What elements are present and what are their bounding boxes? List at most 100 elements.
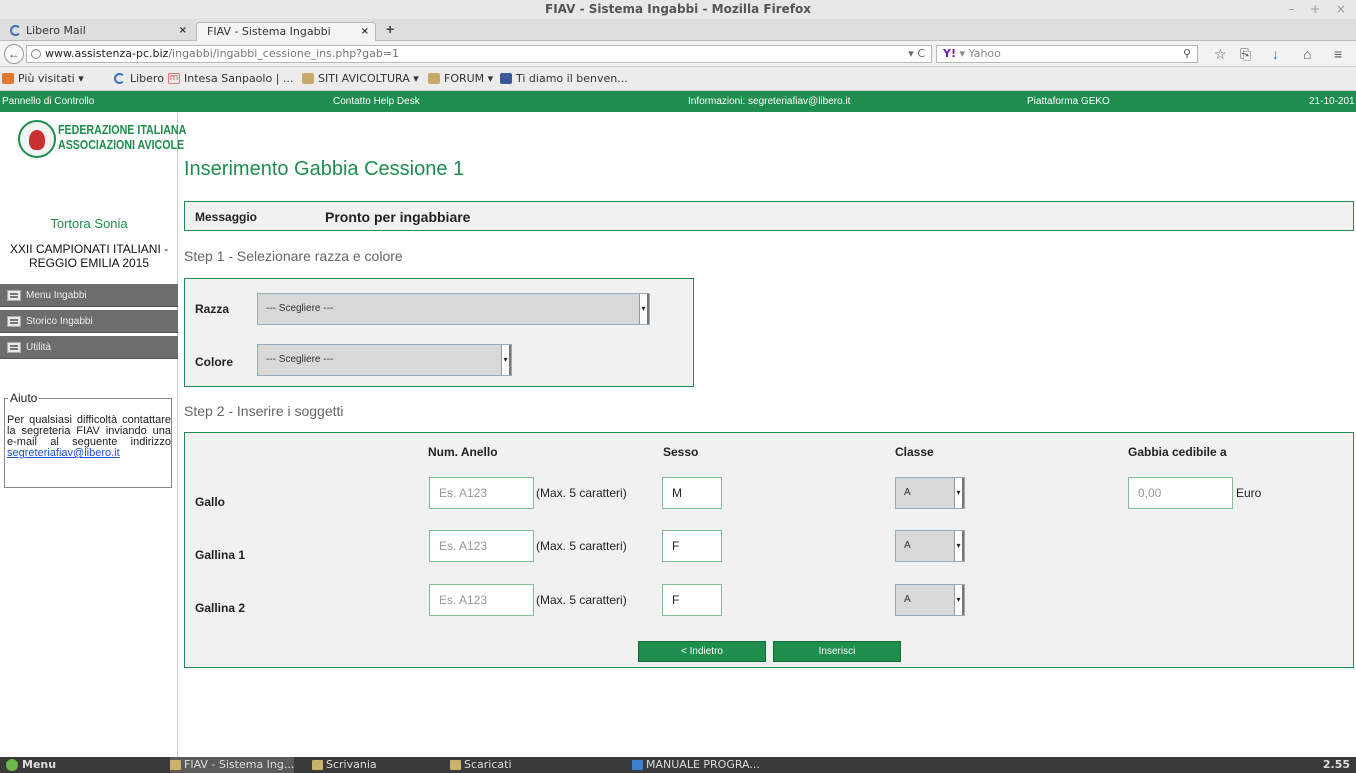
navigation-bar: ← www.assistenza-pc.biz/ingabbi/ingabbi_… <box>0 41 1356 67</box>
download-icon[interactable]: ↓ <box>1272 46 1279 62</box>
search-placeholder: ▾ Yahoo <box>959 47 1001 60</box>
price-unit: Euro <box>1236 486 1262 500</box>
folder-icon <box>428 73 440 84</box>
step1-title: Step 1 - Selezionare razza e colore <box>184 248 403 264</box>
bookmarks-library-icon[interactable]: ⎘ <box>1240 46 1251 62</box>
help-text: Per qualsiasi difficoltà contattare la s… <box>7 415 171 459</box>
help-title: Aiuto <box>8 391 40 405</box>
tab-close-icon[interactable]: × <box>179 22 187 40</box>
fiav-logo: FEDERAZIONE ITALIANA ASSOCIAZIONI AVICOL… <box>14 118 187 164</box>
tab-close-icon[interactable]: × <box>361 23 369 41</box>
url-path: /ingabbi/ingabbi_cessione_ins.php?gab=1 <box>168 47 400 60</box>
help-email-link[interactable]: segreteriafiav@libero.it <box>7 447 120 459</box>
taskbar-item-label: Scaricati <box>464 758 512 771</box>
home-icon[interactable]: ⌂ <box>1303 46 1311 62</box>
column-header-num-anello: Num. Anello <box>428 445 498 459</box>
chevron-down-icon: ▾ <box>639 294 649 324</box>
yahoo-icon: Y! <box>943 47 956 60</box>
ring-number-input-gallo[interactable]: Es. A123 <box>429 477 534 509</box>
colore-label: Colore <box>195 355 234 369</box>
bookmarks-bar: Più visitati ▾ Libero m Intesa Sanpaolo |… <box>0 67 1356 91</box>
back-button[interactable]: ← <box>4 44 24 64</box>
taskbar-item-scaricati[interactable]: Scaricati <box>450 757 512 773</box>
sex-input-gallina-2[interactable]: F <box>662 584 722 616</box>
bookmark-label: Libero <box>130 72 164 85</box>
step2-panel: Num. Anello Sesso Classe Gabbia cedibile… <box>184 432 1354 668</box>
ring-number-input-gallina-2[interactable]: Es. A123 <box>429 584 534 616</box>
insert-button[interactable]: Inserisci <box>773 641 901 662</box>
class-select-gallina-1[interactable]: A ▾ <box>895 530 965 562</box>
class-select-gallina-2[interactable]: A ▾ <box>895 584 965 616</box>
menu-icon[interactable]: ≡ <box>1334 46 1342 62</box>
tab-label: FIAV - Sistema Ingabbi <box>207 25 331 38</box>
window-controls[interactable]: – + × <box>1288 0 1352 19</box>
bookmark-intesa[interactable]: m Intesa Sanpaolo | ... <box>168 67 293 90</box>
url-host: www.assistenza-pc.biz <box>45 47 169 60</box>
search-bar[interactable]: Y! ▾ Yahoo ⚲ <box>936 45 1198 63</box>
info-email[interactable]: Informazioni: segreteriafiav@libero.it <box>688 91 850 112</box>
sidebar-item-label: Utilità <box>26 342 52 353</box>
bookmark-siti-avicoltura[interactable]: SITI AVICOLTURA ▾ <box>302 67 419 90</box>
sidebar-item-menu-ingabbi[interactable]: Menu Ingabbi <box>0 284 178 307</box>
reload-icon[interactable]: ▾ C <box>908 46 925 62</box>
price-input[interactable]: 0,00 <box>1128 477 1233 509</box>
taskbar-item-scrivania[interactable]: Scrivania <box>312 757 377 773</box>
razza-label: Razza <box>195 302 230 316</box>
help-description: Per qualsiasi difficoltà contattare la s… <box>7 414 171 448</box>
platform-name: Piattaforma GEKO <box>1027 96 1110 107</box>
tab-fiav[interactable]: FIAV - Sistema Ingabbi × <box>196 22 376 41</box>
page-title: Inserimento Gabbia Cessione 1 <box>184 158 465 180</box>
sidebar-item-utilita[interactable]: Utilità <box>0 336 178 359</box>
chevron-down-icon: ▾ <box>954 478 964 508</box>
url-bar[interactable]: www.assistenza-pc.biz/ingabbi/ingabbi_ce… <box>26 45 932 63</box>
taskbar-item-firefox[interactable]: FIAV - Sistema Ing... <box>170 757 295 773</box>
tab-label: Libero Mail <box>26 24 86 37</box>
chevron-down-icon: ▾ <box>501 345 511 375</box>
message-value: Pronto per ingabbiare <box>325 209 471 225</box>
taskbar-item-label: Scrivania <box>326 758 377 771</box>
start-menu-button[interactable]: Menu <box>6 757 56 773</box>
bookmark-label: SITI AVICOLTURA ▾ <box>318 72 419 85</box>
ring-max-note: (Max. 5 caratteri) <box>536 486 627 500</box>
class-selected-value: A <box>904 594 911 605</box>
event-line: XXII CAMPIONATI ITALIANI - <box>9 242 169 256</box>
bookmark-most-visited[interactable]: Più visitati ▾ <box>2 67 84 90</box>
intesa-icon: m <box>168 73 180 84</box>
row-label-gallina-2: Gallina 2 <box>195 601 246 615</box>
bookmark-star-icon[interactable]: ☆ <box>1214 46 1227 62</box>
chevron-down-icon: ▾ <box>954 531 964 561</box>
bookmark-forum[interactable]: FORUM ▾ <box>428 67 493 90</box>
helpdesk-link[interactable]: Contatto Help Desk <box>333 91 420 112</box>
sidebar-item-label: Menu Ingabbi <box>26 290 87 301</box>
window-titlebar: FIAV - Sistema Ingabbi - Mozilla Firefox… <box>0 0 1356 19</box>
libero-favicon-icon <box>10 25 21 36</box>
tab-bar: Libero Mail × FIAV - Sistema Ingabbi × <box>0 19 1356 41</box>
back-page-button[interactable]: < Indietro <box>638 641 766 662</box>
taskbar-item-manuale[interactable]: MANUALE PROGRA... <box>632 757 760 773</box>
tab-libero-mail[interactable]: Libero Mail × <box>8 22 193 41</box>
folder-icon <box>2 73 14 84</box>
bookmark-libero[interactable]: Libero <box>114 67 164 90</box>
mint-logo-icon <box>6 759 18 771</box>
colore-select[interactable]: --- Scegliere --- ▾ <box>257 344 512 376</box>
taskbar-item-label: FIAV - Sistema Ing... <box>184 758 295 771</box>
class-select-gallo[interactable]: A ▾ <box>895 477 965 509</box>
message-label: Messaggio <box>195 210 258 224</box>
os-taskbar: Menu FIAV - Sistema Ing... Scrivania Sca… <box>0 757 1356 773</box>
bookmark-label: FORUM ▾ <box>444 72 494 85</box>
pannello-link[interactable]: Pannello di Controllo <box>2 91 94 112</box>
firefox-icon <box>170 760 181 770</box>
bookmark-facebook[interactable]: Ti diamo il benven... <box>500 67 628 90</box>
sidebar-item-storico-ingabbi[interactable]: Storico Ingabbi <box>0 310 178 333</box>
sex-input-gallina-1[interactable]: F <box>662 530 722 562</box>
facebook-icon <box>500 73 512 84</box>
razza-select[interactable]: --- Scegliere --- ▾ <box>257 293 650 325</box>
search-icon[interactable]: ⚲ <box>1183 46 1191 62</box>
ring-number-input-gallina-1[interactable]: Es. A123 <box>429 530 534 562</box>
new-tab-button[interactable]: + <box>386 21 394 37</box>
sex-input-gallo[interactable]: M <box>662 477 722 509</box>
column-header-gabbia-cedibile: Gabbia cedibile a <box>1128 445 1227 459</box>
sidebar-item-label: Storico Ingabbi <box>26 316 93 327</box>
message-box: Messaggio Pronto per ingabbiare <box>184 201 1354 231</box>
logo-line: FEDERAZIONE ITALIANA <box>58 122 187 137</box>
